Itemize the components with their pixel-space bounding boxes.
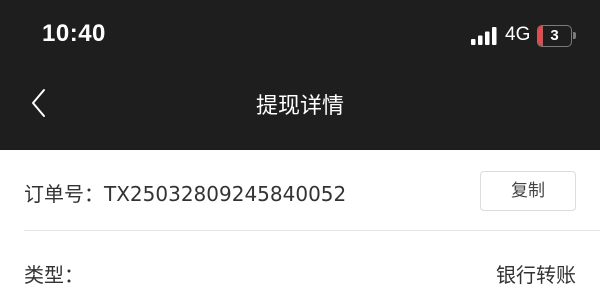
detail-content: 订单号：TX25032809245840052 复制 类型： 银行转账 [0, 150, 600, 300]
withdrawal-detail-screen: 10:40 4G 3 提现详情 订单号：TX25032809245840052 … [0, 0, 600, 300]
order-number-label: 订单号： [24, 182, 104, 206]
order-number-text: 订单号：TX25032809245840052 [24, 178, 346, 207]
battery-nub [573, 32, 576, 39]
type-row: 类型： 银行转账 [0, 231, 600, 300]
header: 10:40 4G 3 提现详情 [0, 0, 600, 150]
copy-button[interactable]: 复制 [480, 171, 576, 211]
battery-level: 3 [550, 27, 559, 44]
page-title: 提现详情 [255, 94, 344, 119]
order-number-value: TX25032809245840052 [104, 182, 347, 206]
network-type: 4G [505, 24, 531, 45]
type-value: 银行转账 [496, 263, 576, 287]
signal-strength-icon [471, 27, 497, 45]
type-label: 类型： [24, 263, 84, 287]
status-time: 10:40 [42, 20, 106, 47]
order-number-row: 订单号：TX25032809245840052 复制 [0, 150, 600, 230]
battery-icon: 3 [537, 25, 577, 47]
battery-body: 3 [537, 25, 572, 47]
